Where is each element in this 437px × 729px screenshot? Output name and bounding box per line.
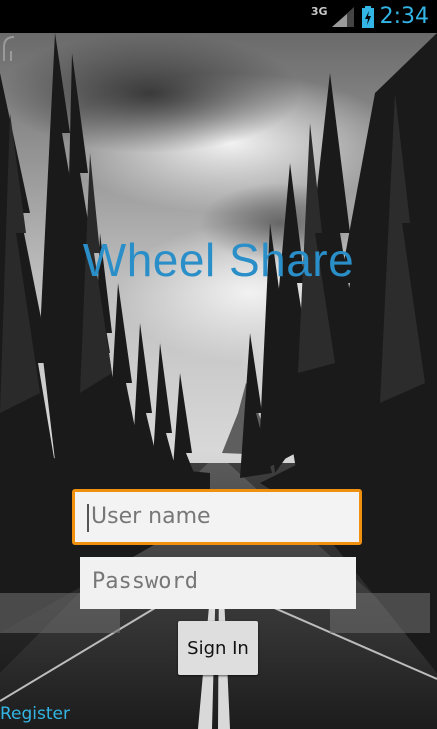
overscroll-glow-icon (3, 36, 15, 61)
network-type: 3G (310, 5, 328, 18)
background-image: Wheel Share User name Password Sign In (0, 33, 437, 729)
sign-in-button[interactable]: Sign In (178, 621, 258, 675)
status-bar: 3G 2:34 (0, 0, 437, 33)
register-link[interactable]: Register (0, 704, 70, 724)
username-placeholder: User name (91, 504, 211, 529)
password-input[interactable]: Password (80, 557, 356, 609)
username-input[interactable]: User name (72, 489, 362, 545)
clock: 2:34 (379, 4, 429, 29)
text-caret (87, 504, 89, 532)
password-placeholder: Password (92, 569, 198, 594)
signal-icon (331, 6, 354, 27)
app-title: Wheel Share (82, 234, 355, 286)
battery-charging-icon (361, 5, 374, 28)
